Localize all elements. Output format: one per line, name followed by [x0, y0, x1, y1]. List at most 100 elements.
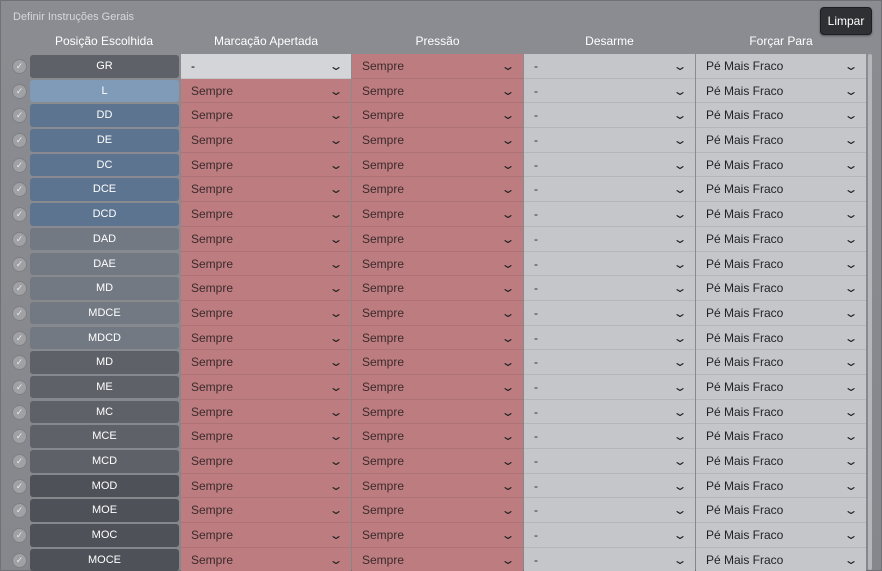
check-icon[interactable]: ✓ — [12, 83, 27, 99]
disarm-dropdown[interactable]: - ⌄ — [524, 547, 695, 571]
marking-dropdown[interactable]: Sempre ⌄ — [181, 350, 351, 375]
force-dropdown[interactable]: Pé Mais Fraco ⌄ — [696, 276, 866, 301]
pressing-dropdown[interactable]: Sempre ⌄ — [352, 523, 523, 548]
pressing-dropdown[interactable]: Sempre ⌄ — [352, 498, 523, 524]
check-icon[interactable]: ✓ — [12, 454, 27, 469]
force-dropdown[interactable]: Pé Mais Fraco ⌄ — [696, 251, 866, 277]
clear-button[interactable]: Limpar — [820, 7, 872, 35]
force-dropdown[interactable]: Pé Mais Fraco ⌄ — [696, 128, 866, 153]
disarm-dropdown[interactable]: - ⌄ — [524, 226, 695, 252]
disarm-dropdown[interactable]: - ⌄ — [524, 325, 695, 351]
marking-dropdown[interactable]: - ⌄ — [181, 54, 351, 79]
pressing-dropdown[interactable]: Sempre ⌄ — [352, 547, 523, 571]
marking-dropdown[interactable]: Sempre ⌄ — [181, 498, 351, 524]
marking-dropdown[interactable]: Sempre ⌄ — [181, 473, 351, 499]
force-dropdown[interactable]: Pé Mais Fraco ⌄ — [696, 424, 866, 449]
check-icon[interactable]: ✓ — [12, 379, 27, 395]
pressing-dropdown[interactable]: Sempre ⌄ — [352, 177, 523, 203]
check-icon[interactable]: ✓ — [12, 281, 27, 297]
pressing-dropdown[interactable]: Sempre ⌄ — [352, 78, 523, 104]
disarm-dropdown[interactable]: - ⌄ — [524, 152, 695, 178]
marking-dropdown[interactable]: Sempre ⌄ — [181, 226, 351, 252]
check-icon[interactable]: ✓ — [12, 182, 27, 198]
position-button[interactable]: DCE — [30, 178, 179, 201]
check-icon[interactable]: ✓ — [12, 108, 27, 124]
marking-dropdown[interactable]: Sempre ⌄ — [181, 325, 351, 351]
position-button[interactable]: GR — [30, 55, 179, 78]
marking-dropdown[interactable]: Sempre ⌄ — [181, 78, 351, 104]
pressing-dropdown[interactable]: Sempre ⌄ — [352, 350, 523, 375]
pressing-dropdown[interactable]: Sempre ⌄ — [352, 226, 523, 252]
disarm-dropdown[interactable]: - ⌄ — [524, 350, 695, 375]
position-button[interactable]: DAE — [30, 252, 179, 275]
position-button[interactable]: L — [30, 79, 179, 103]
marking-dropdown[interactable]: Sempre ⌄ — [181, 152, 351, 178]
marking-dropdown[interactable]: Sempre ⌄ — [181, 449, 351, 474]
marking-dropdown[interactable]: Sempre ⌄ — [181, 300, 351, 326]
check-icon[interactable]: ✓ — [12, 503, 27, 519]
disarm-dropdown[interactable]: - ⌄ — [524, 78, 695, 104]
pressing-dropdown[interactable]: Sempre ⌄ — [352, 300, 523, 326]
marking-dropdown[interactable]: Sempre ⌄ — [181, 374, 351, 400]
force-dropdown[interactable]: Pé Mais Fraco ⌄ — [696, 226, 866, 252]
position-button[interactable]: DE — [30, 129, 179, 152]
pressing-dropdown[interactable]: Sempre ⌄ — [352, 424, 523, 449]
pressing-dropdown[interactable]: Sempre ⌄ — [352, 251, 523, 277]
force-dropdown[interactable]: Pé Mais Fraco ⌄ — [696, 177, 866, 203]
marking-dropdown[interactable]: Sempre ⌄ — [181, 424, 351, 449]
force-dropdown[interactable]: Pé Mais Fraco ⌄ — [696, 152, 866, 178]
force-dropdown[interactable]: Pé Mais Fraco ⌄ — [696, 103, 866, 129]
disarm-dropdown[interactable]: - ⌄ — [524, 103, 695, 129]
marking-dropdown[interactable]: Sempre ⌄ — [181, 523, 351, 548]
force-dropdown[interactable]: Pé Mais Fraco ⌄ — [696, 300, 866, 326]
marking-dropdown[interactable]: Sempre ⌄ — [181, 399, 351, 425]
marking-dropdown[interactable]: Sempre ⌄ — [181, 251, 351, 277]
position-button[interactable]: DAD — [30, 227, 179, 251]
position-button[interactable]: DC — [30, 153, 179, 177]
check-icon[interactable]: ✓ — [12, 404, 27, 420]
position-button[interactable]: MOCE — [30, 548, 179, 571]
pressing-dropdown[interactable]: Sempre ⌄ — [352, 473, 523, 499]
position-button[interactable]: ME — [30, 375, 179, 399]
force-dropdown[interactable]: Pé Mais Fraco ⌄ — [696, 374, 866, 400]
check-icon[interactable]: ✓ — [12, 207, 27, 223]
check-icon[interactable]: ✓ — [12, 157, 27, 173]
force-dropdown[interactable]: Pé Mais Fraco ⌄ — [696, 202, 866, 227]
disarm-dropdown[interactable]: - ⌄ — [524, 54, 695, 79]
vertical-scrollbar[interactable] — [868, 54, 872, 570]
marking-dropdown[interactable]: Sempre ⌄ — [181, 547, 351, 571]
force-dropdown[interactable]: Pé Mais Fraco ⌄ — [696, 325, 866, 351]
position-button[interactable]: DD — [30, 104, 179, 127]
force-dropdown[interactable]: Pé Mais Fraco ⌄ — [696, 399, 866, 425]
check-icon[interactable]: ✓ — [12, 305, 27, 321]
disarm-dropdown[interactable]: - ⌄ — [524, 424, 695, 449]
disarm-dropdown[interactable]: - ⌄ — [524, 251, 695, 277]
force-dropdown[interactable]: Pé Mais Fraco ⌄ — [696, 78, 866, 104]
disarm-dropdown[interactable]: - ⌄ — [524, 276, 695, 301]
pressing-dropdown[interactable]: Sempre ⌄ — [352, 152, 523, 178]
disarm-dropdown[interactable]: - ⌄ — [524, 300, 695, 326]
position-button[interactable]: MCE — [30, 425, 179, 448]
disarm-dropdown[interactable]: - ⌄ — [524, 177, 695, 203]
force-dropdown[interactable]: Pé Mais Fraco ⌄ — [696, 498, 866, 524]
position-button[interactable]: MOD — [30, 474, 179, 498]
force-dropdown[interactable]: Pé Mais Fraco ⌄ — [696, 547, 866, 571]
pressing-dropdown[interactable]: Sempre ⌄ — [352, 399, 523, 425]
force-dropdown[interactable]: Pé Mais Fraco ⌄ — [696, 350, 866, 375]
disarm-dropdown[interactable]: - ⌄ — [524, 449, 695, 474]
disarm-dropdown[interactable]: - ⌄ — [524, 523, 695, 548]
disarm-dropdown[interactable]: - ⌄ — [524, 399, 695, 425]
check-icon[interactable]: ✓ — [12, 429, 27, 445]
check-icon[interactable]: ✓ — [12, 528, 27, 544]
position-button[interactable]: MOC — [30, 524, 179, 547]
position-button[interactable]: MOE — [30, 499, 179, 522]
position-button[interactable]: DCD — [30, 203, 179, 226]
position-button[interactable]: MCD — [30, 450, 179, 473]
force-dropdown[interactable]: Pé Mais Fraco ⌄ — [696, 54, 866, 79]
disarm-dropdown[interactable]: - ⌄ — [524, 374, 695, 400]
disarm-dropdown[interactable]: - ⌄ — [524, 498, 695, 524]
pressing-dropdown[interactable]: Sempre ⌄ — [352, 374, 523, 400]
check-icon[interactable]: ✓ — [12, 330, 27, 346]
position-button[interactable]: MDCD — [30, 326, 179, 350]
check-icon[interactable]: ✓ — [12, 552, 27, 568]
